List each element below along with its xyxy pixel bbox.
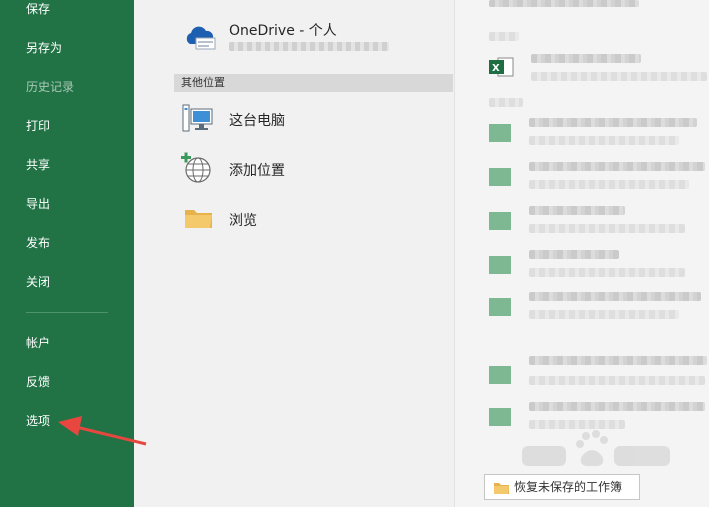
recent-blurred-text [529, 268, 685, 277]
excel-file-icon [489, 408, 511, 426]
nav-divider [26, 312, 108, 313]
recent-blurred-text [529, 376, 705, 385]
excel-file-icon [489, 212, 511, 230]
recent-blurred-text [489, 32, 519, 41]
nav-history[interactable]: 历史记录 [26, 79, 74, 95]
recent-blurred-text [529, 118, 697, 127]
nav-export[interactable]: 导出 [26, 196, 50, 212]
recent-blurred-text [529, 180, 689, 189]
recent-blurred-text [529, 250, 619, 259]
recent-blurred-text [529, 292, 701, 301]
svg-text:X: X [492, 63, 500, 74]
recent-blurred-text [529, 224, 685, 233]
nav-options[interactable]: 选项 [26, 413, 50, 429]
other-locations-header: 其他位置 [174, 74, 453, 92]
recent-blurred-text [489, 98, 523, 107]
excel-file-icon [489, 168, 511, 186]
nav-save[interactable]: 保存 [26, 1, 50, 17]
this-pc-label[interactable]: 这台电脑 [229, 110, 285, 130]
excel-file-icon [489, 256, 511, 274]
excel-file-icon [489, 298, 511, 316]
onedrive-icon [186, 26, 216, 50]
recent-blurred-text [529, 402, 705, 411]
recent-blurred-text [489, 0, 639, 7]
excel-file-icon [489, 366, 511, 384]
restore-unsaved-button[interactable]: 恢复未保存的工作簿 [484, 474, 640, 500]
add-place-label[interactable]: 添加位置 [229, 160, 285, 180]
computer-icon [182, 104, 213, 132]
restore-button-label: 恢复未保存的工作簿 [514, 480, 623, 494]
recent-blurred-text [529, 356, 707, 365]
nav-account[interactable]: 帐户 [26, 335, 50, 351]
excel-file-icon: X [489, 57, 514, 77]
nav-publish[interactable]: 发布 [26, 235, 50, 251]
add-location-icon [181, 152, 211, 183]
folder-icon [494, 483, 509, 494]
onedrive-label[interactable]: OneDrive - 个人 [229, 20, 337, 40]
recent-blurred-text [529, 136, 679, 145]
backstage-nav: 保存 另存为 历史记录 打印 共享 导出 发布 关闭 帐户 反馈 选项 [0, 0, 134, 507]
recent-blurred-text [529, 206, 625, 215]
nav-share[interactable]: 共享 [26, 157, 50, 173]
onedrive-account-blurred [229, 42, 389, 51]
locations-pane: OneDrive - 个人 其他位置 这台电脑 添加位置 浏览 [134, 0, 454, 507]
nav-print[interactable]: 打印 [26, 118, 50, 134]
recent-blurred-text [531, 54, 641, 63]
excel-file-icon [489, 124, 511, 142]
baidu-watermark-logo [522, 430, 670, 466]
nav-close[interactable]: 关闭 [26, 274, 50, 290]
recent-blurred-text [529, 310, 679, 319]
browse-label[interactable]: 浏览 [229, 210, 257, 230]
recent-blurred-text [529, 162, 705, 171]
folder-icon [185, 210, 212, 228]
recent-blurred-text [531, 72, 707, 81]
nav-save-as[interactable]: 另存为 [26, 40, 62, 56]
nav-feedback[interactable]: 反馈 [26, 374, 50, 390]
